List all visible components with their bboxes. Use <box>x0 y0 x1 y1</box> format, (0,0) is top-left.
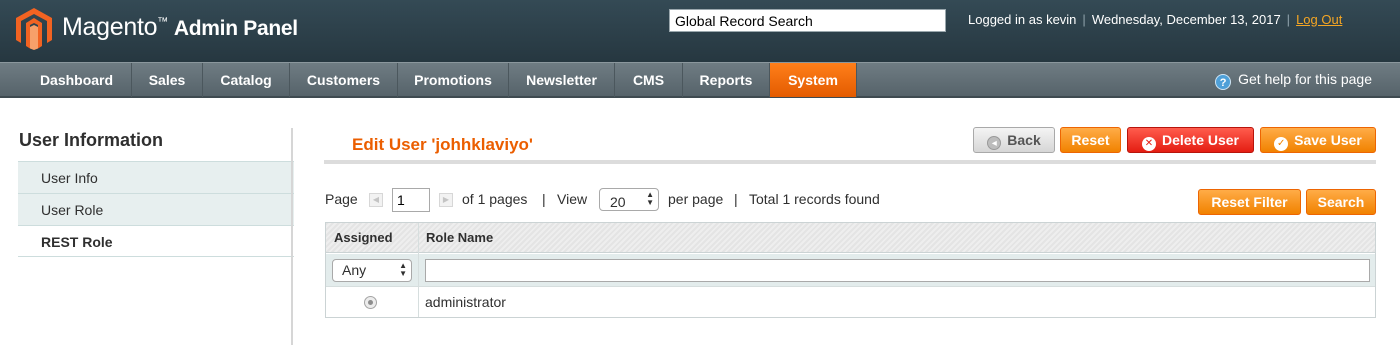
reset-filter-button[interactable]: Reset Filter <box>1198 189 1301 215</box>
table-row[interactable]: administrator <box>326 288 1375 317</box>
header: Magento™ Admin Panel Logged in as kevin | W… <box>0 0 1400 62</box>
date-text: Wednesday, December 13, 2017 <box>1091 12 1281 27</box>
select-arrows-icon: ▲ ▼ <box>399 261 407 278</box>
nav-system[interactable]: System <box>770 63 857 97</box>
prev-page-icon[interactable]: ◀ <box>369 193 383 207</box>
header-info: Logged in as kevin | Wednesday, December 1… <box>968 12 1342 27</box>
sidebar-title: User Information <box>19 130 164 150</box>
nav-customers[interactable]: Customers <box>290 63 398 97</box>
page-label: Page <box>325 191 358 207</box>
view-label: View <box>557 191 588 207</box>
next-page-icon[interactable]: ▶ <box>439 193 453 207</box>
logout-link[interactable]: Log Out <box>1296 12 1342 27</box>
separator: | <box>734 191 738 207</box>
grid-header: Assigned Role Name <box>326 223 1375 253</box>
main-nav: Dashboard Sales Catalog Customers Promot… <box>0 62 1400 98</box>
delete-user-button[interactable]: ✕ Delete User <box>1127 127 1254 153</box>
per-page-label: per page <box>668 191 724 207</box>
of-pages-text: of 1 pages <box>462 191 528 207</box>
nav-promotions[interactable]: Promotions <box>398 63 509 97</box>
separator: | <box>1286 12 1291 27</box>
page-number-input[interactable] <box>392 188 430 212</box>
sidebar-divider <box>291 128 293 345</box>
brand-subtitle: Admin Panel <box>173 17 298 40</box>
column-header-role-name[interactable]: Role Name <box>426 223 493 253</box>
assigned-radio[interactable] <box>364 296 377 309</box>
help-text: Get help for this page <box>1238 71 1372 87</box>
search-button[interactable]: Search <box>1306 189 1376 215</box>
reset-button[interactable]: Reset <box>1060 127 1121 153</box>
roles-grid: Assigned Role Name Any ▲ ▼ administrator <box>325 222 1376 318</box>
logged-in-text: Logged in as kevin <box>968 12 1077 27</box>
brand-name: Magento <box>62 13 158 41</box>
per-page-value: 20 <box>610 194 626 210</box>
nav-reports[interactable]: Reports <box>683 63 770 97</box>
save-user-button[interactable]: ✓ Save User <box>1260 127 1376 153</box>
assigned-filter-select[interactable]: Any ▲ ▼ <box>332 259 412 282</box>
delete-icon: ✕ <box>1141 137 1156 151</box>
magento-logo-icon[interactable] <box>14 6 54 52</box>
help-icon: ? <box>1215 74 1232 90</box>
nav-newsletter[interactable]: Newsletter <box>509 63 615 97</box>
checkmark-icon: ✓ <box>1274 137 1289 151</box>
brand-title: Magento™ Admin Panel <box>62 13 298 42</box>
sidebar-item-user-info[interactable]: User Info <box>18 161 294 193</box>
back-button[interactable]: ◂ Back <box>973 127 1055 153</box>
per-page-select[interactable]: 20 ▲ ▼ <box>599 188 659 211</box>
nav-sales[interactable]: Sales <box>132 63 203 97</box>
delete-label: Delete User <box>1161 132 1240 148</box>
role-name-cell: administrator <box>425 294 506 310</box>
sidebar-item-user-role[interactable]: User Role <box>18 193 294 225</box>
global-record-search-input[interactable] <box>669 9 946 32</box>
column-divider <box>418 223 419 317</box>
select-arrows-icon: ▲ ▼ <box>646 190 654 207</box>
back-arrow-icon: ◂ <box>987 136 1002 150</box>
separator: | <box>1082 12 1086 27</box>
role-name-filter-input[interactable] <box>425 259 1370 282</box>
trademark: ™ <box>157 16 168 28</box>
nav-cms[interactable]: CMS <box>615 63 683 97</box>
title-divider <box>324 160 1376 164</box>
column-header-assigned[interactable]: Assigned <box>334 223 393 253</box>
separator: | <box>542 191 546 207</box>
sidebar: User Info User Role REST Role <box>18 161 294 257</box>
sidebar-item-rest-role[interactable]: REST Role <box>18 225 294 257</box>
total-records-text: Total 1 records found <box>749 191 880 207</box>
nav-catalog[interactable]: Catalog <box>203 63 290 97</box>
assigned-filter-value: Any <box>342 262 367 278</box>
save-label: Save User <box>1294 132 1362 148</box>
back-label: Back <box>1007 132 1041 148</box>
nav-dashboard[interactable]: Dashboard <box>22 63 132 97</box>
filter-row: Any ▲ ▼ <box>326 254 1375 287</box>
help-link[interactable]: ? Get help for this page <box>1215 71 1372 90</box>
page-title: Edit User 'johhklaviyo' <box>352 135 533 154</box>
